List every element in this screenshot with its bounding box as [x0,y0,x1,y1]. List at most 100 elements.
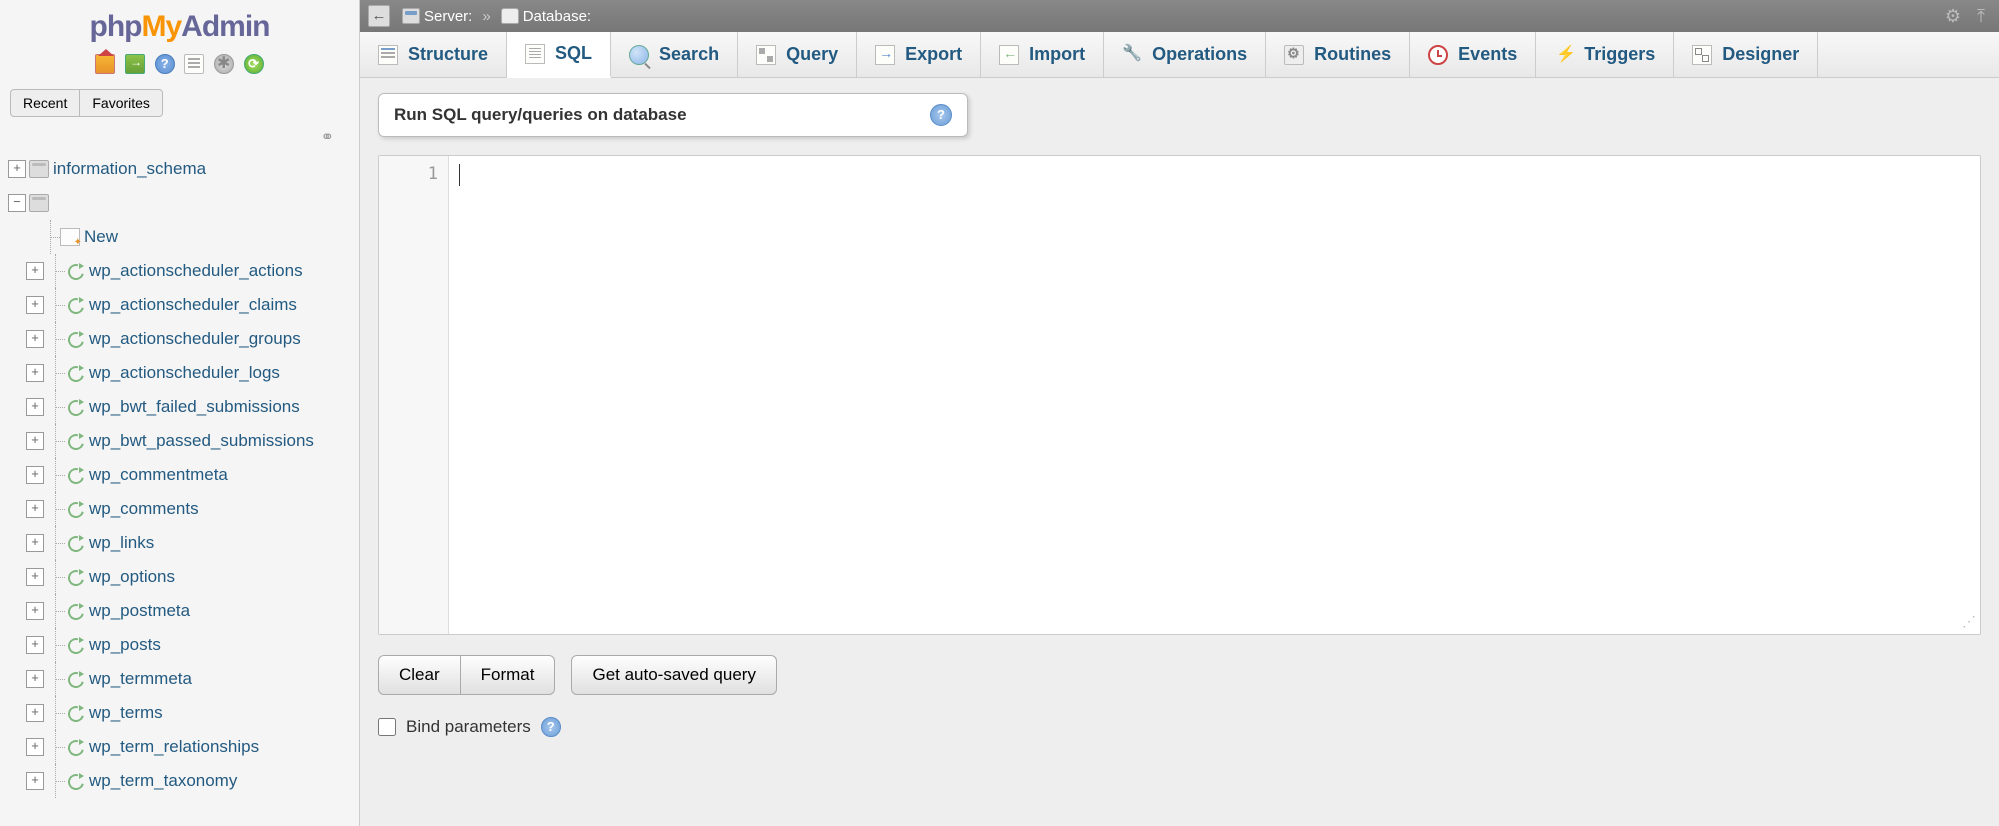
table-icon [65,772,85,790]
tree-label: New [84,227,118,247]
tree-table-wp-term-relationships[interactable]: +wp_term_relationships [8,730,351,764]
reload-icon[interactable] [244,54,264,74]
tree-table-wp-bwt-failed-submissions[interactable]: + wp_bwt_failed_submissions [8,390,351,424]
tab-search[interactable]: Search [611,32,738,77]
expand-icon[interactable]: + [26,772,44,790]
tree-line [47,662,65,696]
expand-icon[interactable]: + [26,636,44,654]
text-cursor [459,164,460,186]
collapse-icon[interactable]: − [8,194,26,212]
table-icon [65,602,85,620]
tree-table-wp-posts[interactable]: +wp_posts [8,628,351,662]
docs-icon[interactable] [184,54,204,74]
tree-table-wp-postmeta[interactable]: +wp_postmeta [8,594,351,628]
expand-icon[interactable]: + [26,602,44,620]
help-icon[interactable]: ? [930,104,952,126]
server-label: Server: [424,8,472,25]
table-icon [65,466,85,484]
expand-icon[interactable]: + [26,704,44,722]
tree-label: wp_bwt_failed_submissions [89,397,300,417]
favorites-tab[interactable]: Favorites [80,89,163,117]
clear-button[interactable]: Clear [378,655,461,695]
expand-icon[interactable]: + [26,670,44,688]
tab-sql[interactable]: SQL [507,32,611,78]
get-autosaved-button[interactable]: Get auto-saved query [571,655,776,695]
tab-label: Search [659,44,719,65]
quick-icons-toolbar: ? [0,49,359,84]
tab-routines[interactable]: Routines [1266,32,1410,77]
tree-table-wp-options[interactable]: +wp_options [8,560,351,594]
tab-label: Structure [408,44,488,65]
tree-line [47,730,65,764]
tree-label: wp_terms [89,703,163,723]
tree-db-information-schema[interactable]: + information_schema [8,152,351,186]
tab-query[interactable]: Query [738,32,857,77]
expand-icon[interactable]: + [26,296,44,314]
link-icon[interactable]: ⚭ [0,122,359,152]
tree-table-wp-actionscheduler-groups[interactable]: +wp_actionscheduler_groups [8,322,351,356]
tree-table-wp-actionscheduler-actions[interactable]: + wp_actionscheduler_actions [8,254,351,288]
tree-table-wp-links[interactable]: +wp_links [8,526,351,560]
recent-tab[interactable]: Recent [10,89,80,117]
tree-label: wp_actionscheduler_actions [89,261,303,281]
tree-table-wp-commentmeta[interactable]: +wp_commentmeta [8,458,351,492]
tree-table-wp-bwt-passed-submissions[interactable]: +wp_bwt_passed_submissions [8,424,351,458]
help-icon[interactable]: ? [155,54,175,74]
editor-textarea[interactable] [449,156,1980,634]
tab-export[interactable]: Export [857,32,981,77]
tree-table-wp-comments[interactable]: +wp_comments [8,492,351,526]
expand-icon[interactable]: + [26,738,44,756]
tree-new-table[interactable]: New [8,220,351,254]
expand-icon[interactable]: + [26,534,44,552]
table-icon [65,262,85,280]
settings-icon[interactable] [214,54,234,74]
tree-table-wp-term-taxonomy[interactable]: +wp_term_taxonomy [8,764,351,798]
tab-label: Triggers [1584,44,1655,65]
expand-icon[interactable]: + [8,160,26,178]
logout-icon[interactable] [125,54,145,74]
sql-editor[interactable]: 1 ⋰ [378,155,1981,635]
expand-icon[interactable]: + [26,500,44,518]
resize-grip-icon[interactable]: ⋰ [1962,613,1976,630]
tab-label: Operations [1152,44,1247,65]
tab-operations[interactable]: Operations [1104,32,1266,77]
tab-events[interactable]: Events [1410,32,1536,77]
expand-icon[interactable]: + [26,568,44,586]
tree-line [47,764,65,798]
tab-label: SQL [555,43,592,64]
tab-triggers[interactable]: Triggers [1536,32,1674,77]
tab-designer[interactable]: Designer [1674,32,1818,77]
back-button[interactable]: ← [368,5,390,27]
expand-icon[interactable]: + [26,364,44,382]
editor-actions: Clear Format Get auto-saved query [378,655,1981,695]
navigation-sidebar: phpMyAdmin ? Recent Favorites ⚭ + inform… [0,0,360,826]
expand-icon[interactable]: + [26,398,44,416]
expand-icon[interactable]: + [26,466,44,484]
tree-line [47,356,65,390]
help-icon[interactable]: ? [541,717,561,737]
tree-table-wp-terms[interactable]: + wp_terms [8,696,351,730]
query-icon [756,45,776,65]
table-icon [65,568,85,586]
database-icon [29,160,49,178]
events-icon [1428,45,1448,65]
gear-icon[interactable]: ⚙ [1943,6,1963,26]
tab-import[interactable]: Import [981,32,1104,77]
tree-table-wp-termmeta[interactable]: +wp_termmeta [8,662,351,696]
expand-icon[interactable]: + [26,330,44,348]
tree-line [47,458,65,492]
breadcrumb-separator: » [482,8,490,25]
tree-db-current[interactable]: − [8,186,351,220]
expand-icon[interactable]: + [26,432,44,450]
collapse-top-icon[interactable]: ⤒ [1971,6,1991,26]
tab-structure[interactable]: Structure [360,32,507,77]
bind-parameters-checkbox[interactable] [378,718,396,736]
tree-table-wp-actionscheduler-claims[interactable]: +wp_actionscheduler_claims [8,288,351,322]
tree-table-wp-actionscheduler-logs[interactable]: +wp_actionscheduler_logs [8,356,351,390]
format-button[interactable]: Format [461,655,556,695]
home-icon[interactable] [95,54,115,74]
tab-label: Export [905,44,962,65]
expand-icon[interactable]: + [26,262,44,280]
tree-line [47,696,65,730]
tree-line [47,560,65,594]
